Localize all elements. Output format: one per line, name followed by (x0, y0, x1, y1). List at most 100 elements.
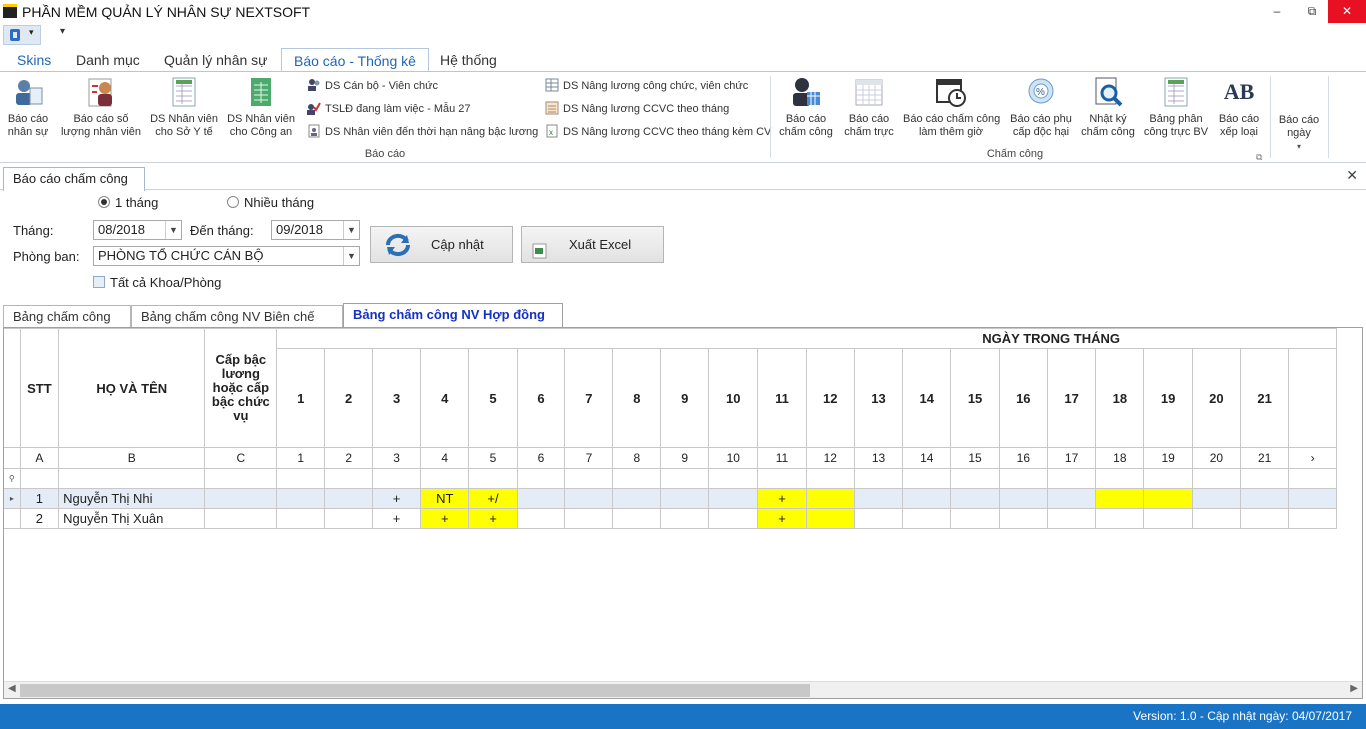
cap-nhat-button[interactable]: Cập nhật (370, 226, 513, 263)
cell-day[interactable] (564, 488, 614, 509)
filter-cell[interactable] (324, 468, 374, 489)
filter-cell[interactable] (564, 468, 614, 489)
scroll-right-icon[interactable]: ▶ (1350, 683, 1358, 694)
tab-skins[interactable]: Skins (5, 48, 63, 72)
attendance-grid[interactable]: STT HỌ VÀ TÊN Cấp bậc lương hoặc cấp bậc c… (3, 327, 1363, 699)
cell-day[interactable] (708, 508, 759, 529)
tab-danh-muc[interactable]: Danh mục (64, 48, 152, 72)
ds-nang-luong-theo-thang-button[interactable]: DS Nâng lương CCVC theo tháng (545, 100, 729, 118)
cell-day[interactable] (276, 508, 326, 529)
tab-he-thong[interactable]: Hệ thống (428, 48, 509, 72)
maximize-button[interactable]: ⧉ (1295, 0, 1329, 23)
chevron-down-icon[interactable]: ▼ (343, 247, 359, 265)
cell-day[interactable] (324, 488, 374, 509)
filter-cell[interactable] (372, 468, 422, 489)
cell-day[interactable] (1046, 508, 1097, 529)
ds-nang-luong-kem-cv-button[interactable]: x DS Nâng lương CCVC theo tháng kèm CV (545, 123, 771, 141)
cell-day[interactable] (660, 508, 710, 529)
cell-day[interactable] (1240, 488, 1290, 509)
filter-cell[interactable] (612, 468, 662, 489)
cell-day[interactable]: +/ (468, 488, 518, 509)
phong-ban-select[interactable]: PHÒNG TỔ CHỨC CÁN BỘ ▼ (93, 246, 360, 266)
filter-cell[interactable] (708, 468, 759, 489)
tsld-mau-27-button[interactable]: TSLĐ đang làm việc - Mẫu 27 (307, 100, 471, 118)
customize-qat-button[interactable]: ▾ (60, 26, 65, 37)
bao-cao-cham-cong-button[interactable]: Báo cáo chấm công (777, 76, 835, 139)
cell-day[interactable] (853, 488, 904, 509)
cell-day[interactable] (902, 488, 952, 509)
table-row[interactable]: ▸ 1 Nguyễn Thị Nhi + NT +/+ (4, 488, 1362, 509)
bao-cao-cham-truc-button[interactable]: Báo cáo chấm trực (840, 76, 898, 139)
thang-select[interactable]: 08/2018 ▼ (93, 220, 182, 240)
cell-day[interactable] (1191, 508, 1242, 529)
cell-day[interactable]: + (468, 508, 518, 529)
chevron-down-icon[interactable]: ▼ (165, 221, 181, 239)
bao-cao-phu-cap-button[interactable]: % Báo cáo phụ cấp độc hại (1005, 76, 1077, 139)
filter-cell[interactable] (1095, 468, 1145, 489)
bao-cao-lam-them-gio-button[interactable]: Báo cáo chấm công làm thêm giờ (903, 76, 1000, 139)
filter-cell[interactable] (660, 468, 710, 489)
scroll-left-icon[interactable]: ◀ (8, 683, 16, 694)
bang-phan-cong-truc-button[interactable]: Bảng phân công trực BV (1143, 76, 1209, 139)
cell-day[interactable]: NT (420, 488, 470, 509)
bao-cao-ngay-button[interactable]: Báo cáo ngày ▾ (1273, 114, 1325, 153)
cell-day[interactable]: + (372, 508, 422, 529)
cell-day[interactable] (998, 488, 1048, 509)
close-icon[interactable]: ✕ (1346, 167, 1358, 184)
cell-day[interactable] (1191, 488, 1242, 509)
cell-day[interactable]: + (757, 508, 807, 529)
bao-cao-nhan-su-button[interactable]: Báo cáo nhân sự (2, 76, 54, 139)
ds-nhan-vien-cong-an-button[interactable]: DS Nhân viên cho Công an (225, 76, 297, 139)
filter-cell[interactable] (853, 468, 904, 489)
cell-day[interactable] (950, 488, 1000, 509)
ds-can-bo-vien-chuc-button[interactable]: DS Cán bộ - Viên chức (307, 77, 438, 95)
table-row[interactable]: 2 Nguyễn Thị Xuân + + + + (4, 508, 1362, 529)
bao-cao-so-luong-button[interactable]: Báo cáo số lượng nhân viên (60, 76, 142, 139)
cell-day[interactable] (564, 508, 614, 529)
tab-quan-ly-nhan-su[interactable]: Quản lý nhân sự (152, 48, 280, 72)
filter-cell[interactable] (204, 468, 278, 489)
filter-cell[interactable] (902, 468, 952, 489)
filter-cell[interactable] (950, 468, 1000, 489)
cell-day[interactable] (1095, 488, 1145, 509)
cell-day[interactable] (902, 508, 952, 529)
filter-cell[interactable] (19, 468, 60, 489)
nhat-ky-cham-cong-button[interactable]: Nhật ký chấm công (1080, 76, 1136, 139)
cell-day[interactable] (1143, 508, 1193, 529)
filter-cell[interactable] (1288, 468, 1338, 489)
cell-day[interactable] (1046, 488, 1097, 509)
filter-cell[interactable] (1191, 468, 1242, 489)
minimize-button[interactable]: – (1260, 0, 1294, 23)
tat-ca-khoa-phong-checkbox[interactable]: Tất cả Khoa/Phòng (93, 275, 221, 290)
auto-filter-row[interactable]: ⚲ (4, 468, 1362, 489)
filter-cell[interactable] (468, 468, 518, 489)
cell-day[interactable] (708, 488, 759, 509)
xuat-excel-button[interactable]: Xuất Excel (521, 226, 664, 263)
cell-day[interactable] (516, 488, 566, 509)
ds-nang-luong-ccvc-button[interactable]: DS Nâng lương công chức, viên chức (545, 77, 748, 95)
ds-nv-nang-bac-luong-button[interactable]: DS Nhân viên đến thời hạn nâng bậc lương (307, 123, 538, 141)
radio-many-months[interactable]: Nhiều tháng (227, 195, 314, 210)
cell-day[interactable]: + (372, 488, 422, 509)
cell-day[interactable] (805, 488, 855, 509)
filter-cell[interactable] (420, 468, 470, 489)
bao-cao-xep-loai-button[interactable]: AB Báo cáo xếp loại (1213, 76, 1265, 139)
tab-bang-cham-cong[interactable]: Bảng chấm công (3, 305, 131, 328)
cell-day[interactable] (276, 488, 326, 509)
doc-tab-bao-cao-cham-cong[interactable]: Báo cáo chấm công (3, 167, 145, 191)
filter-cell[interactable] (757, 468, 807, 489)
cell-day[interactable] (1143, 488, 1193, 509)
cell-day[interactable] (1095, 508, 1145, 529)
cell-day[interactable]: + (420, 508, 470, 529)
cell-day[interactable] (950, 508, 1000, 529)
office-menu-button[interactable]: ▾ (3, 25, 41, 45)
tab-bang-cham-cong-hop-dong[interactable]: Bảng chấm công NV Hợp đồng (343, 303, 563, 329)
cell-day[interactable]: + (757, 488, 807, 509)
cell-day[interactable] (853, 508, 904, 529)
scroll-thumb[interactable] (20, 684, 810, 697)
filter-cell[interactable] (998, 468, 1048, 489)
filter-cell[interactable] (1143, 468, 1193, 489)
filter-cell[interactable] (805, 468, 855, 489)
cell-day[interactable] (516, 508, 566, 529)
cell-day[interactable] (612, 508, 662, 529)
